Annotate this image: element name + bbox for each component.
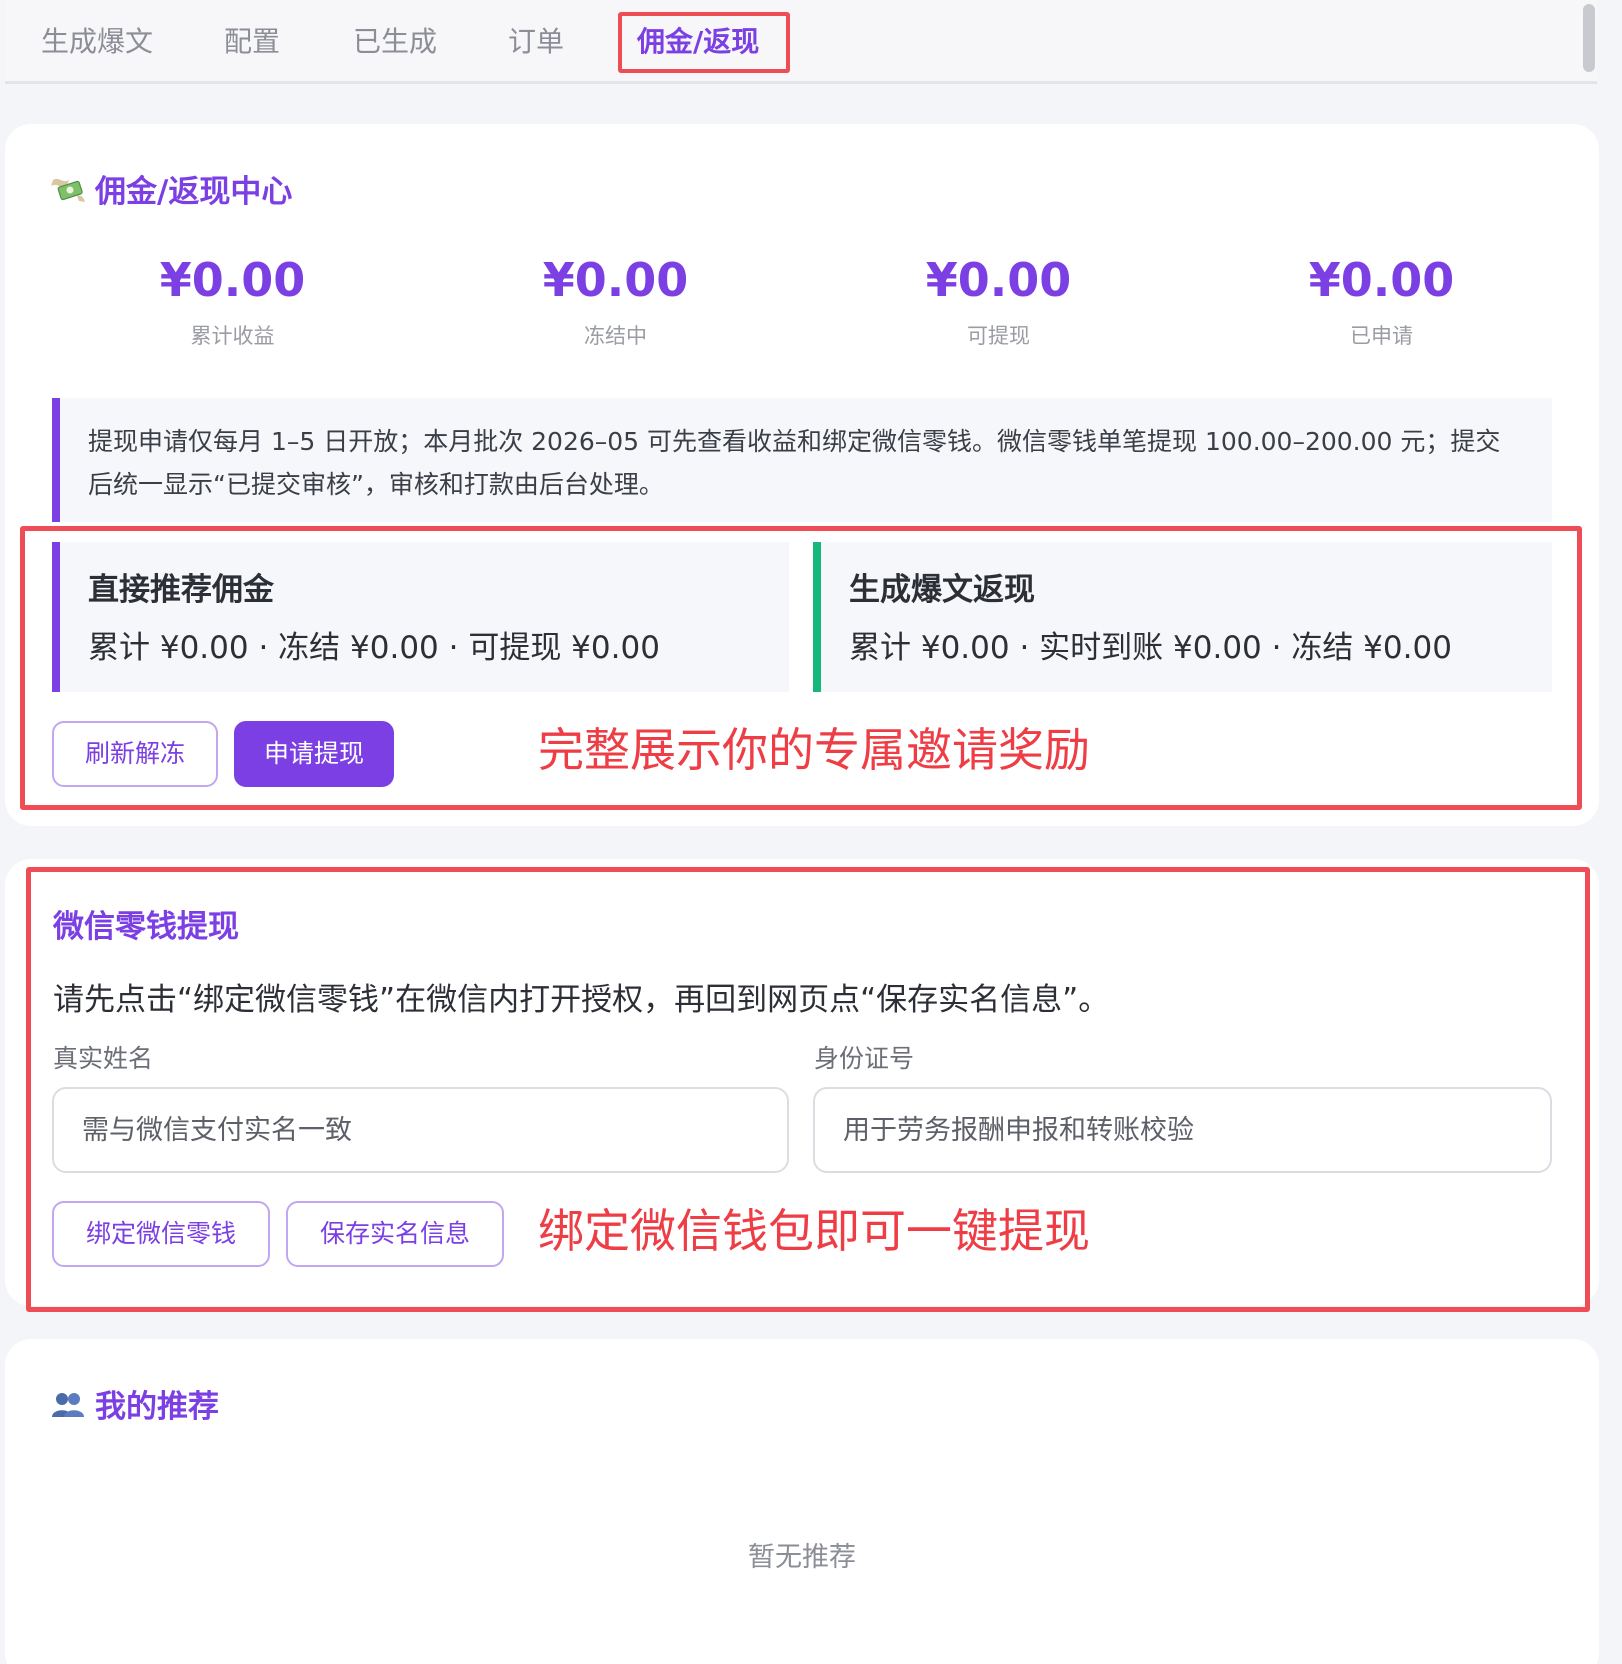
referrals-empty-text: 暂无推荐 xyxy=(748,1542,856,1573)
tab-highlight-box xyxy=(618,12,790,73)
stat-total-value: ¥0.00 xyxy=(159,253,306,307)
stat-frozen-label: 冻结中 xyxy=(584,324,647,348)
annotation-box-rewards xyxy=(20,526,1582,810)
annotation-box-withdraw xyxy=(26,867,1590,1312)
wechat-withdraw-card: 微信零钱提现 请先点击“绑定微信零钱”在微信内打开授权，再回到网页点“保存实名信… xyxy=(5,859,1599,1312)
stat-frozen-value: ¥0.00 xyxy=(542,253,689,307)
stat-total: ¥0.00 累计收益 xyxy=(41,252,424,350)
withdraw-notice: 提现申请仅每月 1–5 日开放；本月批次 2026–05 可先查看收益和绑定微信… xyxy=(52,398,1552,522)
money-wings-icon xyxy=(51,174,85,204)
users-icon xyxy=(51,1390,85,1418)
stat-total-label: 累计收益 xyxy=(190,324,275,348)
stat-applied-label: 已申请 xyxy=(1350,324,1413,348)
tab-generate[interactable]: 生成爆文 xyxy=(41,20,153,64)
stat-applied-value: ¥0.00 xyxy=(1308,253,1455,307)
stat-withdrawable-value: ¥0.00 xyxy=(925,253,1072,307)
tab-generated[interactable]: 已生成 xyxy=(353,20,437,64)
stat-withdrawable-label: 可提现 xyxy=(967,324,1030,348)
referrals-card: 我的推荐 暂无推荐 xyxy=(5,1339,1599,1664)
referrals-title: 我的推荐 xyxy=(51,1381,219,1426)
commission-title-text: 佣金/返现中心 xyxy=(95,174,293,210)
commission-title: 佣金/返现中心 xyxy=(51,166,292,211)
stat-frozen: ¥0.00 冻结中 xyxy=(424,252,807,350)
stat-withdrawable: ¥0.00 可提现 xyxy=(807,252,1190,350)
commission-card: 佣金/返现中心 ¥0.00 累计收益 ¥0.00 冻结中 ¥0.00 可提现 ¥… xyxy=(5,124,1599,826)
tab-bar: 生成爆文 配置 已生成 订单 佣金/返现 xyxy=(5,0,1597,84)
tab-orders[interactable]: 订单 xyxy=(508,20,564,64)
tab-config[interactable]: 配置 xyxy=(224,20,280,64)
stat-applied: ¥0.00 已申请 xyxy=(1190,252,1573,350)
scrollbar[interactable] xyxy=(1583,4,1595,72)
referrals-title-text: 我的推荐 xyxy=(95,1389,219,1425)
